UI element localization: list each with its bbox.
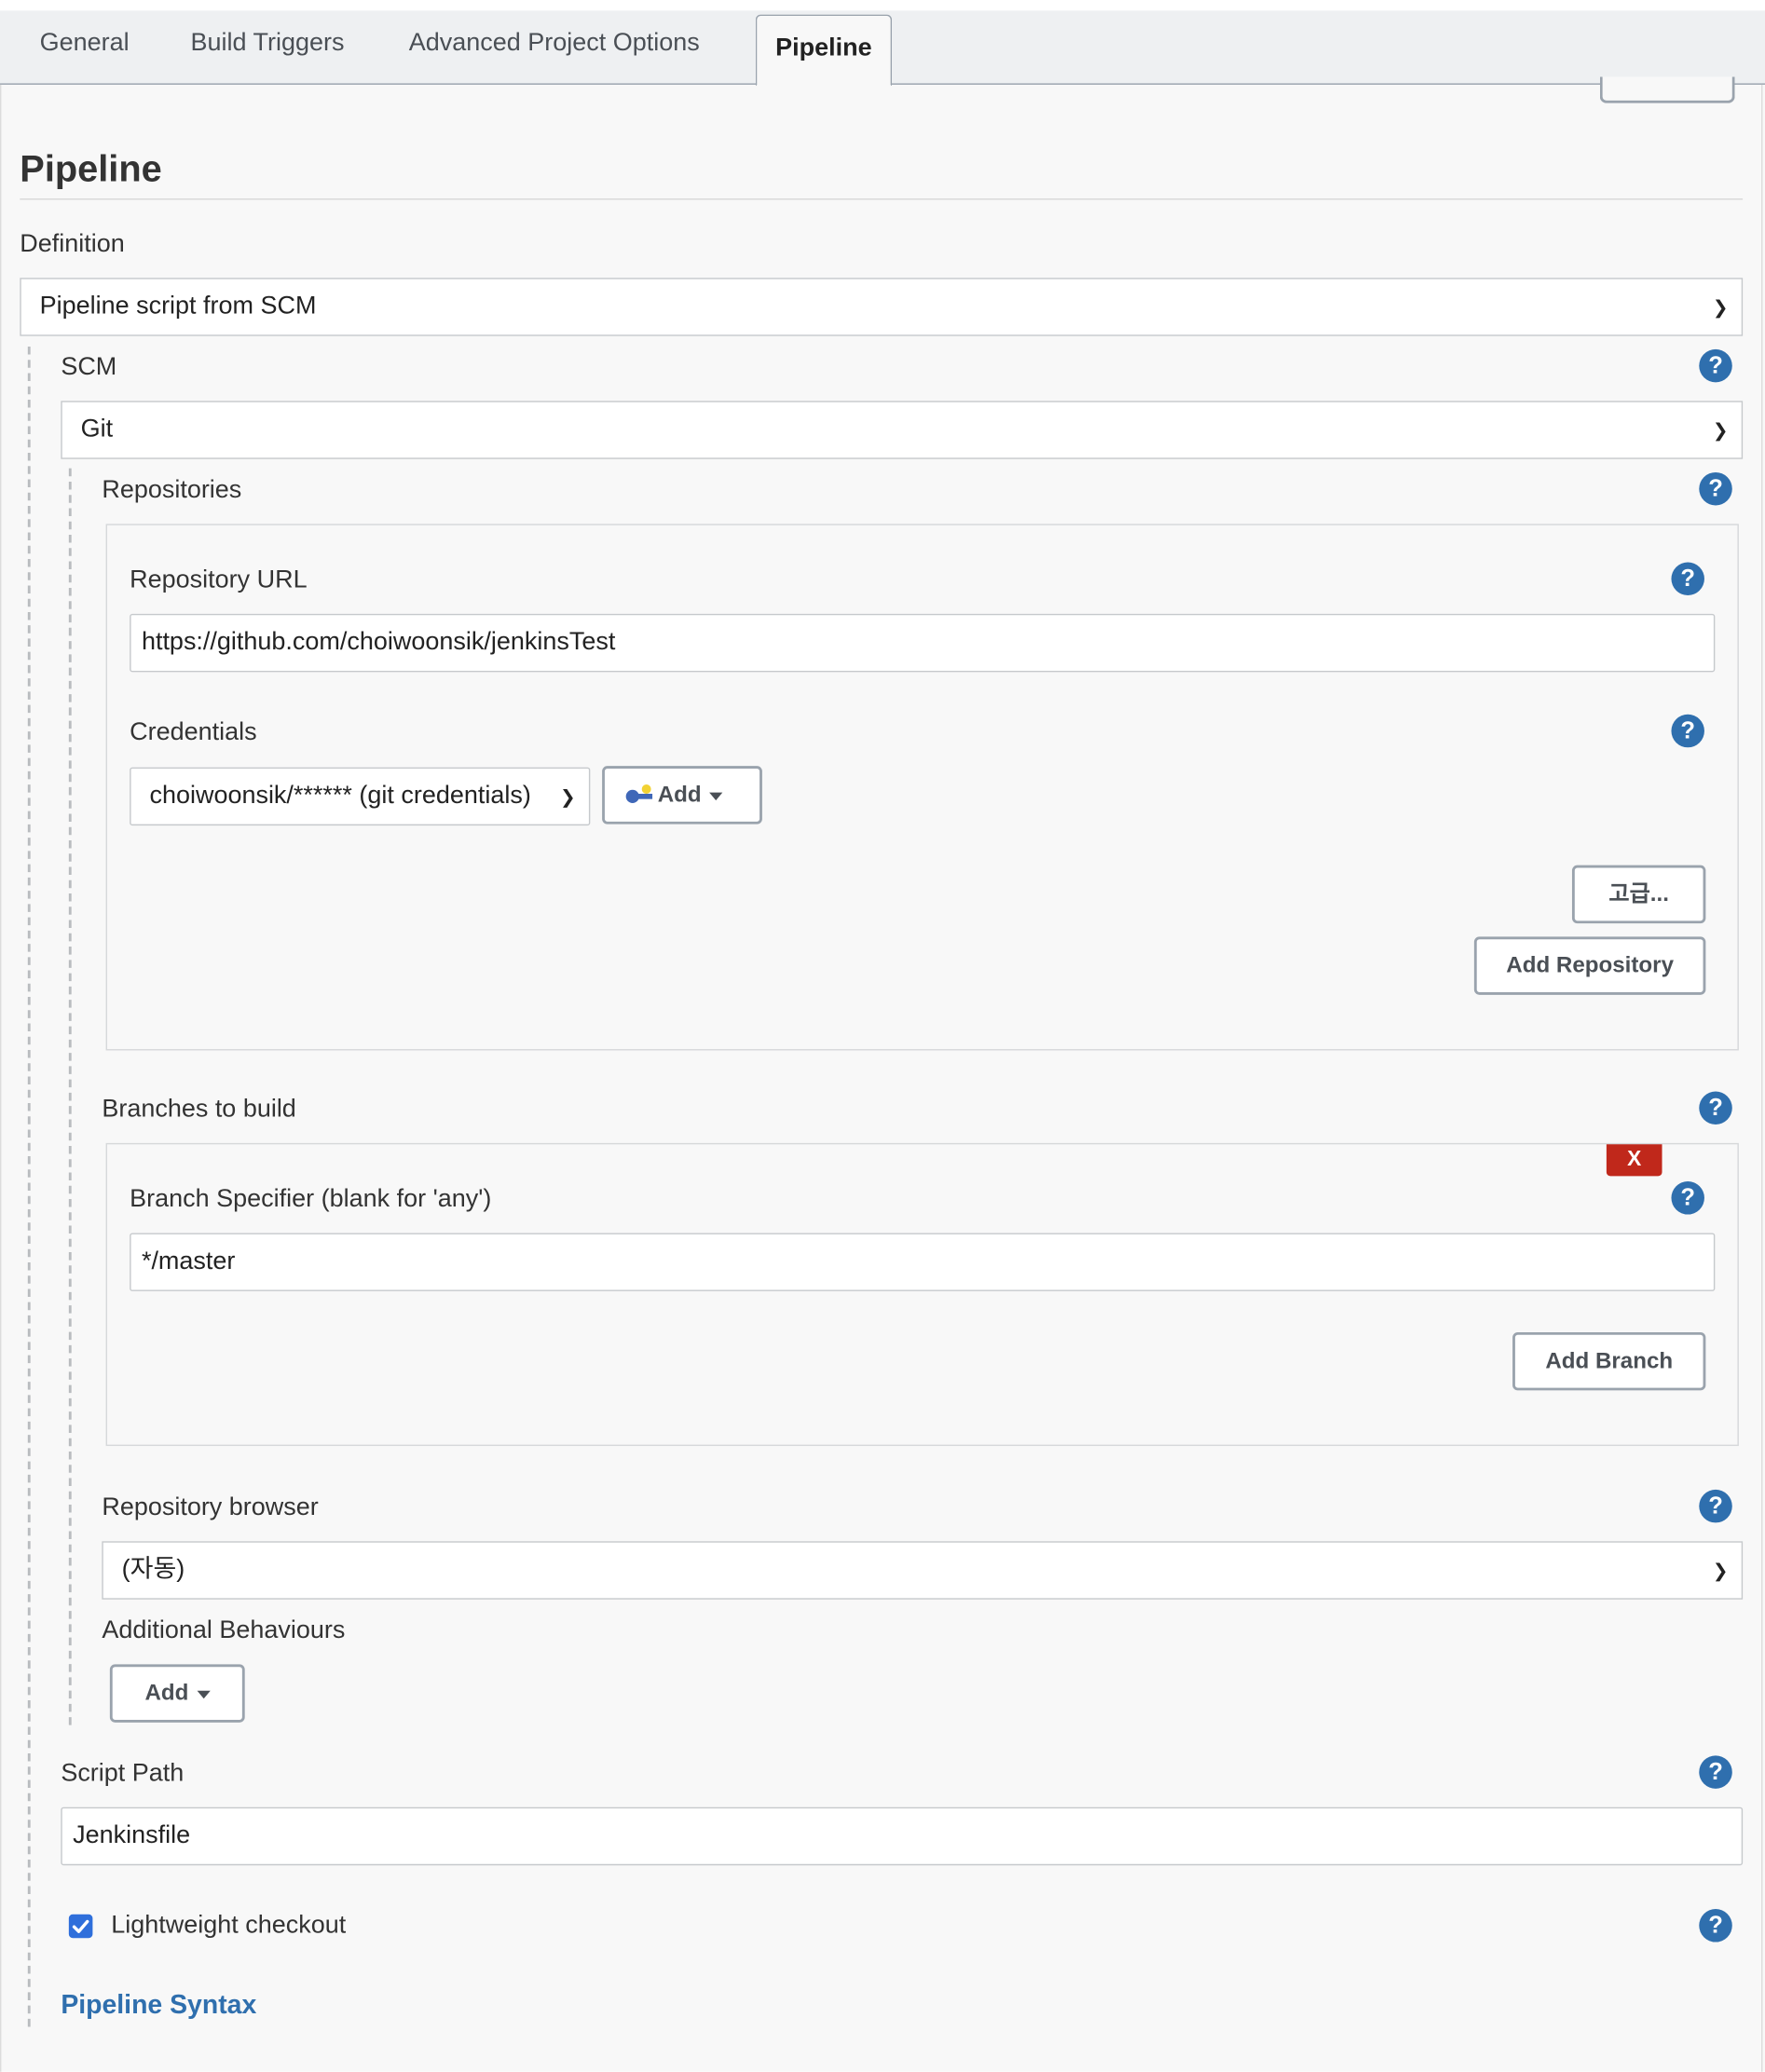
scm-nesting-rule [68,468,72,1725]
repository-url-input[interactable]: https://github.com/choiwoonsik/jenkinsTe… [130,613,1716,673]
add-behaviour-label: Add [144,1680,189,1706]
script-path-input[interactable]: Jenkinsfile [61,1806,1744,1866]
pipeline-syntax-link[interactable]: Pipeline Syntax [61,1991,256,2022]
add-repository-button[interactable]: Add Repository [1473,936,1706,995]
content-right-border [1761,84,1763,2072]
add-credentials-label: Add [657,782,702,808]
tab-bar-top-strip [0,0,1765,11]
repository-browser-label: Repository browser [102,1493,319,1521]
scm-help-icon[interactable]: ? [1699,348,1732,383]
section-divider [20,198,1744,200]
branch-specifier-label: Branch Specifier (blank for 'any') [130,1185,492,1214]
repository-browser-select[interactable]: (자동) ❯ [102,1541,1744,1600]
add-credentials-button[interactable]: Add [602,766,762,825]
branches-to-build-label: Branches to build [102,1095,296,1124]
chevron-down-icon: ❯ [560,785,576,808]
chevron-down-icon: ❯ [1712,419,1729,441]
scm-selected-value: Git [80,415,114,443]
definition-label: Definition [20,230,125,258]
repositories-label: Repositories [102,476,242,505]
tab-pipeline[interactable]: Pipeline [755,14,892,87]
repository-browser-help-icon[interactable]: ? [1699,1489,1732,1523]
add-behaviour-button[interactable]: Add [109,1664,245,1723]
previous-section-button-edge[interactable] [1599,76,1735,103]
lightweight-checkout-label: Lightweight checkout [111,1911,347,1940]
key-icon [625,784,655,805]
script-path-help-icon[interactable]: ? [1699,1755,1732,1789]
script-path-label: Script Path [61,1759,185,1788]
branches-help-icon[interactable]: ? [1699,1091,1732,1125]
section-title: Pipeline [20,148,162,190]
tab-general[interactable]: General [40,29,130,58]
credentials-label: Credentials [130,718,257,746]
delete-branch-button[interactable]: X [1606,1144,1662,1177]
tab-build-triggers[interactable]: Build Triggers [190,29,344,58]
lightweight-checkout-checkbox[interactable] [68,1914,93,1939]
content-left-border [0,84,2,2072]
repository-url-help-icon[interactable]: ? [1671,562,1704,595]
branch-specifier-help-icon[interactable]: ? [1671,1181,1704,1215]
definition-select[interactable]: Pipeline script from SCM ❯ [20,278,1744,336]
credentials-help-icon[interactable]: ? [1671,714,1704,748]
definition-selected-value: Pipeline script from SCM [39,292,317,320]
credentials-selected-value: choiwoonsik/****** (git credentials) [149,782,531,811]
add-branch-button[interactable]: Add Branch [1512,1331,1706,1391]
repository-url-label: Repository URL [130,566,308,594]
definition-nesting-rule [27,347,31,2027]
caret-down-icon [196,1690,211,1698]
repositories-help-icon[interactable]: ? [1699,471,1732,506]
chevron-down-icon: ❯ [1712,296,1729,318]
additional-behaviours-label: Additional Behaviours [102,1616,346,1645]
scm-label: SCM [61,353,117,381]
checkmark-icon [72,1919,89,1933]
chevron-down-icon: ❯ [1712,1560,1729,1581]
repository-browser-selected-value: (자동) [121,1555,185,1584]
advanced-button[interactable]: 고급... [1571,865,1706,924]
credentials-select[interactable]: choiwoonsik/****** (git credentials) ❯ [130,767,591,826]
tab-bar: General Build Triggers Advanced Project … [0,0,1765,87]
caret-down-icon [709,791,723,800]
pipeline-config-page: General Build Triggers Advanced Project … [0,0,1765,2072]
branch-specifier-input[interactable]: */master [130,1233,1716,1291]
tab-advanced-project-options[interactable]: Advanced Project Options [409,29,700,58]
scm-select[interactable]: Git ❯ [61,401,1744,459]
lightweight-checkout-help-icon[interactable]: ? [1699,1909,1732,1942]
